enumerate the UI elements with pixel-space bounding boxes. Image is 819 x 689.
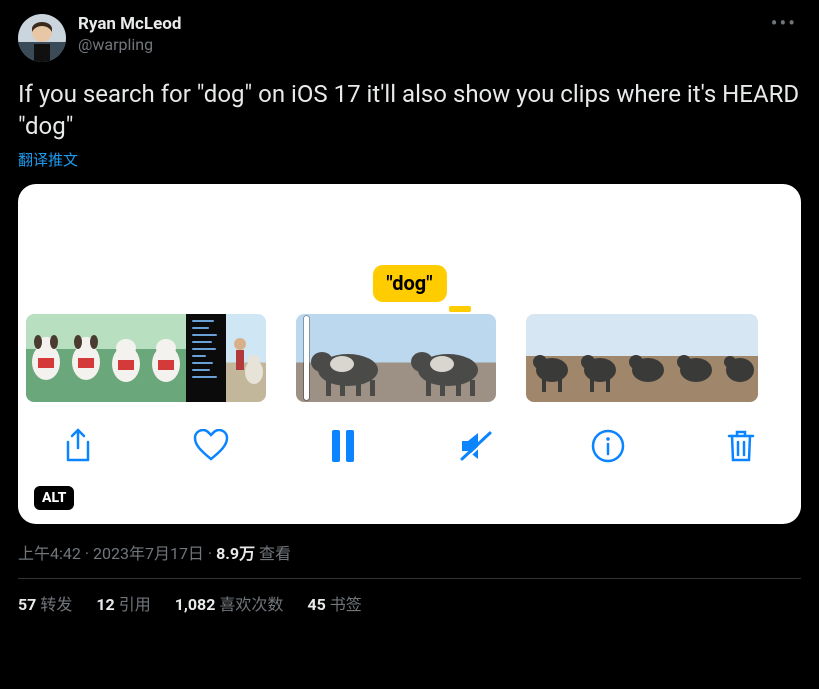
tweet-meta: 上午4:42 · 2023年7月17日 · 8.9万 查看	[18, 540, 801, 564]
heart-icon[interactable]	[191, 426, 231, 466]
meta-time[interactable]: 上午4:42	[18, 544, 81, 563]
tweet-stats: 57转发 12 引用 1,082喜欢次数 45 书签	[18, 591, 801, 615]
display-name[interactable]: Ryan McLeod	[78, 14, 767, 35]
search-match-tick	[449, 306, 471, 312]
meta-date[interactable]: 2023年7月17日	[93, 544, 204, 563]
bookmarks-count: 45	[307, 595, 325, 614]
alt-badge[interactable]: ALT	[34, 486, 74, 510]
views-count: 8.9万	[216, 544, 255, 563]
tweet-text: If you search for "dog" on iOS 17 it'll …	[18, 78, 801, 143]
clip-group-1[interactable]	[26, 314, 266, 402]
views-label: 查看	[259, 544, 291, 563]
pause-icon[interactable]	[323, 426, 363, 466]
tweet-header: Ryan McLeod @warpling •••	[18, 14, 801, 62]
playhead[interactable]	[304, 316, 309, 400]
thumbnail[interactable]	[106, 314, 146, 402]
info-icon[interactable]	[588, 426, 628, 466]
likes-stat[interactable]: 1,082喜欢次数	[175, 591, 284, 615]
translate-link[interactable]: 翻译推文	[18, 149, 801, 170]
media-toolbar	[18, 402, 801, 466]
search-match-label: "dog"	[372, 265, 446, 302]
thumbnail[interactable]	[526, 314, 574, 402]
clip-group-3[interactable]	[526, 314, 758, 402]
media-top: "dog"	[18, 184, 801, 314]
tweet-container: Ryan McLeod @warpling ••• If you search …	[0, 0, 819, 615]
thumbnail[interactable]	[146, 314, 186, 402]
media-card[interactable]: "dog"	[18, 184, 801, 524]
more-icon[interactable]: •••	[767, 14, 801, 32]
mute-icon[interactable]	[456, 426, 496, 466]
thumbnail[interactable]	[296, 314, 396, 402]
bookmarks-stat[interactable]: 45 书签	[307, 591, 361, 615]
thumbnail[interactable]	[670, 314, 718, 402]
thumbnail[interactable]	[186, 314, 226, 402]
quotes-label: 引用	[119, 595, 151, 614]
thumbnail[interactable]	[396, 314, 496, 402]
avatar[interactable]	[18, 14, 66, 62]
handle[interactable]: @warpling	[78, 35, 767, 55]
thumbnail[interactable]	[226, 314, 266, 402]
author-names: Ryan McLeod @warpling	[78, 14, 767, 55]
trash-icon[interactable]	[721, 426, 761, 466]
likes-label: 喜欢次数	[219, 595, 283, 614]
bookmarks-label: 书签	[330, 595, 362, 614]
quotes-count: 12	[96, 595, 114, 614]
thumbnail[interactable]	[574, 314, 622, 402]
thumbnail[interactable]	[718, 314, 758, 402]
divider	[18, 578, 801, 579]
thumbnail[interactable]	[622, 314, 670, 402]
thumbnail[interactable]	[66, 314, 106, 402]
share-icon[interactable]	[58, 426, 98, 466]
clip-group-2[interactable]	[296, 314, 496, 402]
retweets-label: 转发	[40, 595, 72, 614]
thumbnail[interactable]	[26, 314, 66, 402]
filmstrip[interactable]	[18, 314, 801, 402]
likes-count: 1,082	[175, 595, 216, 614]
retweets-stat[interactable]: 57转发	[18, 591, 72, 615]
quotes-stat[interactable]: 12 引用	[96, 591, 150, 615]
retweets-count: 57	[18, 595, 36, 614]
